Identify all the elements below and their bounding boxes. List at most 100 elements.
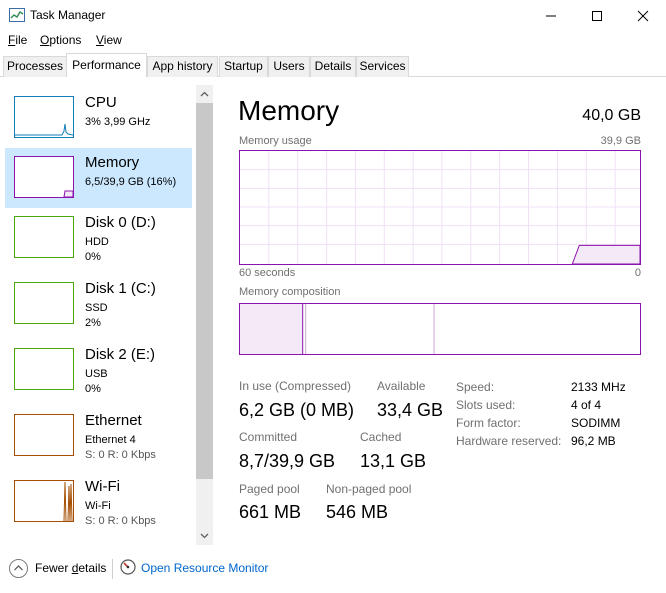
sidebar-item-label: Disk 0 (D:) xyxy=(85,214,156,231)
sidebar-item-detail: 3% 3,99 GHz xyxy=(85,116,151,128)
sidebar-scrollbar[interactable] xyxy=(196,85,213,545)
sidebar-item-disk-0[interactable]: Disk 0 (D:) HDD 0% xyxy=(5,208,192,268)
sidebar-item-label: CPU xyxy=(85,94,117,111)
minimize-icon xyxy=(546,15,556,17)
menu-view-label: iew xyxy=(103,33,122,47)
sidebar-item-detail: 6,5/39,9 GB (16%) xyxy=(85,176,177,188)
menu-bar: File Options View xyxy=(0,31,666,51)
chevron-up-icon[interactable] xyxy=(200,90,209,99)
sidebar-item-wifi[interactable]: Wi-Fi Wi-Fi S: 0 R: 0 Kbps xyxy=(5,472,192,532)
maximize-button[interactable] xyxy=(574,0,620,31)
tab-performance[interactable]: Performance xyxy=(66,53,147,78)
chevron-down-icon[interactable] xyxy=(200,531,209,540)
footer-divider xyxy=(112,559,113,579)
fewer-details-label-end: etails xyxy=(78,561,107,575)
cached-value: 13,1 GB xyxy=(360,451,427,471)
tab-services[interactable]: Services xyxy=(356,56,409,77)
form-factor-value: SODIMM xyxy=(571,416,621,430)
menu-options[interactable]: Options xyxy=(40,33,81,47)
available-value: 33,4 GB xyxy=(377,400,444,420)
disk-thumbnail-graph xyxy=(14,348,74,390)
sidebar-item-disk-1[interactable]: Disk 1 (C:) SSD 2% xyxy=(5,274,192,334)
sidebar-item-memory[interactable]: Memory 6,5/39,9 GB (16%) xyxy=(5,148,192,208)
memory-composition-bar xyxy=(239,303,641,355)
close-icon xyxy=(637,10,649,22)
sidebar-item-label: Disk 2 (E:) xyxy=(85,346,156,363)
nonpaged-pool-label: Non-paged pool xyxy=(326,482,412,496)
sidebar-item-detail: Wi-Fi xyxy=(85,500,111,512)
committed-value: 8,7/39,9 GB xyxy=(239,451,336,471)
performance-panel: CPU 3% 3,99 GHz Memory 6,5/39,9 GB (16%)… xyxy=(0,77,666,549)
resource-sidebar: CPU 3% 3,99 GHz Memory 6,5/39,9 GB (16%)… xyxy=(0,77,213,547)
slots-used-label: Slots used: xyxy=(456,398,516,412)
cached-label: Cached xyxy=(360,430,402,444)
resource-monitor-icon xyxy=(120,559,136,575)
window-title: Task Manager xyxy=(30,8,106,22)
speed-label: Speed: xyxy=(456,380,495,394)
menu-options-label: ptions xyxy=(49,33,82,47)
memory-detail-panel: Memory 40,0 GB Memory usage 39,9 GB 60 s… xyxy=(238,77,642,547)
page-title: Memory xyxy=(238,95,340,126)
tab-startup[interactable]: Startup xyxy=(219,56,268,77)
sidebar-item-throughput: S: 0 R: 0 Kbps xyxy=(85,449,156,461)
scrollbar-thumb[interactable] xyxy=(196,103,213,479)
close-button[interactable] xyxy=(620,0,666,31)
slots-used-value: 4 of 4 xyxy=(571,398,602,412)
in-use-value: 6,2 GB (0 MB) xyxy=(239,400,355,420)
sidebar-item-throughput: S: 0 R: 0 Kbps xyxy=(85,515,156,527)
tab-processes[interactable]: Processes xyxy=(3,56,67,77)
sidebar-item-cpu[interactable]: CPU 3% 3,99 GHz xyxy=(5,88,192,148)
memory-usage-label: Memory usage xyxy=(239,135,312,147)
sidebar-item-label: Ethernet xyxy=(85,412,142,429)
fewer-details-button[interactable]: Fewer details xyxy=(35,561,106,575)
memory-composition-label: Memory composition xyxy=(239,286,341,298)
sidebar-item-detail: Ethernet 4 xyxy=(85,434,136,446)
menu-view[interactable]: View xyxy=(96,33,122,47)
tab-strip: Processes Performance App history Startu… xyxy=(0,53,666,78)
memory-total: 40,0 GB xyxy=(582,107,641,124)
sidebar-item-usage: 0% xyxy=(85,251,101,263)
cpu-thumbnail-graph xyxy=(14,96,74,138)
memory-usage-graph xyxy=(239,150,641,265)
available-label: Available xyxy=(377,379,426,393)
sidebar-item-disk-2[interactable]: Disk 2 (E:) USB 0% xyxy=(5,340,192,400)
hardware-reserved-label: Hardware reserved: xyxy=(456,434,562,448)
chevron-up-circle-icon[interactable] xyxy=(9,559,28,578)
disk-thumbnail-graph xyxy=(14,216,74,258)
menu-file-label: ile xyxy=(15,33,28,47)
maximize-icon xyxy=(592,11,602,21)
sidebar-item-label: Wi-Fi xyxy=(85,478,120,495)
in-use-label: In use (Compressed) xyxy=(239,379,352,393)
memory-thumbnail-graph xyxy=(14,156,74,198)
wifi-thumbnail-graph xyxy=(14,480,74,522)
open-resource-monitor-link[interactable]: Open Resource Monitor xyxy=(141,561,268,575)
minimize-button[interactable] xyxy=(528,0,574,31)
paged-pool-value: 661 MB xyxy=(239,502,302,522)
title-bar: Task Manager xyxy=(0,0,666,31)
sidebar-item-detail: SSD xyxy=(85,302,108,314)
sidebar-item-detail: HDD xyxy=(85,236,109,248)
sidebar-item-label: Memory xyxy=(85,154,140,171)
sidebar-item-ethernet[interactable]: Ethernet Ethernet 4 S: 0 R: 0 Kbps xyxy=(5,406,192,466)
hardware-reserved-value: 96,2 MB xyxy=(571,434,616,448)
sidebar-item-detail: USB xyxy=(85,368,108,380)
committed-label: Committed xyxy=(239,430,298,444)
sidebar-item-usage: 0% xyxy=(85,383,101,395)
nonpaged-pool-value: 546 MB xyxy=(326,502,389,522)
disk-thumbnail-graph xyxy=(14,282,74,324)
menu-options-mnemonic: O xyxy=(40,33,50,47)
sidebar-item-label: Disk 1 (C:) xyxy=(85,280,156,297)
menu-view-mnemonic: V xyxy=(96,33,104,47)
task-manager-icon xyxy=(9,8,25,22)
tab-app-history[interactable]: App history xyxy=(147,56,218,77)
ethernet-thumbnail-graph xyxy=(14,414,74,456)
menu-file[interactable]: File xyxy=(8,33,27,47)
graph-axis-right: 0 xyxy=(634,267,641,279)
graph-axis-left: 60 seconds xyxy=(239,267,296,279)
tab-details[interactable]: Details xyxy=(310,56,356,77)
footer-bar: Fewer details Open Resource Monitor xyxy=(0,549,666,593)
form-factor-label: Form factor: xyxy=(456,416,521,430)
paged-pool-label: Paged pool xyxy=(239,482,300,496)
memory-usage-max: 39,9 GB xyxy=(600,135,641,147)
tab-users[interactable]: Users xyxy=(268,56,310,77)
